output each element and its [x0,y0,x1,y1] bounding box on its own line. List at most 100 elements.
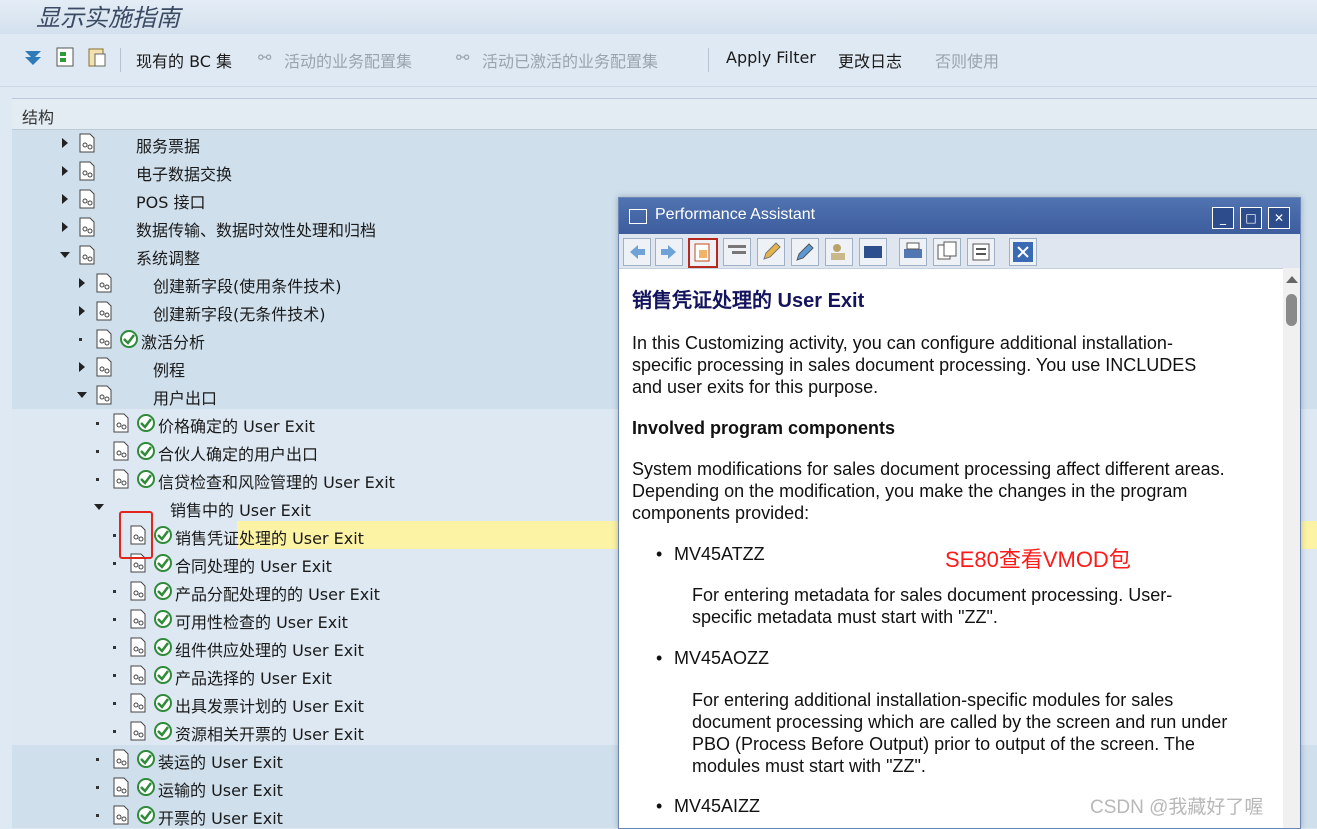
scroll-thumb[interactable] [1286,294,1297,326]
execute-icon[interactable] [153,525,173,545]
minimize-icon[interactable]: _ [1212,207,1234,229]
toolbar: 现有的 BC 集 ⚯ 活动的业务配置集 ⚯ 活动已激活的业务配置集 Apply … [0,34,1317,87]
expand-arrow-icon[interactable] [62,194,68,204]
tree-node-label: 可用性检查的 User Exit [175,613,348,632]
document-icon[interactable] [112,413,130,433]
expand-arrow-icon[interactable] [62,166,68,176]
document-icon[interactable] [78,189,96,209]
document-icon[interactable] [95,273,113,293]
clipboard-icon[interactable] [86,46,108,68]
show-document-icon[interactable] [688,238,718,268]
document-icon[interactable] [78,161,96,181]
execute-icon[interactable] [153,637,173,657]
expand-arrow-icon[interactable] [79,306,85,316]
document-icon[interactable] [129,609,147,629]
edit-icon[interactable] [757,238,785,266]
collapse-arrow-icon[interactable] [77,392,87,398]
expand-all-icon[interactable] [22,46,44,68]
leaf-dot-icon [79,338,82,341]
document-icon[interactable] [78,245,96,265]
select-icon[interactable] [54,46,76,68]
leaf-dot-icon [96,422,99,425]
tree-node[interactable]: 服务票据 [12,129,1317,157]
execute-icon[interactable] [136,805,156,825]
execute-icon[interactable] [153,581,173,601]
document-icon[interactable] [95,301,113,321]
copy-icon[interactable] [933,238,961,266]
tree-node-label: 资源相关开票的 User Exit [175,725,364,744]
text-line: For entering metadata for sales document… [692,585,1173,605]
bookmark-icon[interactable] [859,238,887,266]
expand-arrow-icon[interactable] [62,138,68,148]
active-bc-set-button[interactable]: 活动的业务配置集 [284,48,412,72]
close-assistant-icon[interactable] [1009,238,1037,266]
execute-icon[interactable] [153,693,173,713]
scrollbar[interactable] [1283,268,1300,828]
document-icon[interactable] [95,329,113,349]
execute-icon[interactable] [153,665,173,685]
tree-node-label: 电子数据交换 [136,165,233,184]
tree-node[interactable]: 电子数据交换 [12,157,1317,185]
tree-node-label: 激活分析 [141,333,206,352]
intro-paragraph: In this Customizing activity, you can co… [632,332,1272,398]
tree-node-label: 创建新字段(无条件技术) [153,305,326,324]
annotation-box [119,511,153,559]
document-icon[interactable] [112,749,130,769]
document-icon[interactable] [129,581,147,601]
tree-node-label: 组件供应处理的 User Exit [175,641,364,660]
tree-node-label: 用户出口 [153,389,218,408]
expand-arrow-icon[interactable] [62,222,68,232]
text-line: components provided: [632,503,810,523]
execute-icon[interactable] [153,609,173,629]
collapse-arrow-icon[interactable] [60,252,70,258]
user-icon[interactable] [825,238,853,266]
execute-icon[interactable] [136,469,156,489]
link-icon: ⚯ [456,48,470,67]
scroll-up-icon[interactable] [1286,276,1298,283]
document-icon[interactable] [129,693,147,713]
toolbar-separator [708,48,709,72]
document-icon[interactable] [129,665,147,685]
change-log-button[interactable]: 更改日志 [838,48,902,72]
component-desc: For entering metadata for sales document… [692,584,1272,628]
execute-icon[interactable] [119,329,139,349]
document-icon[interactable] [129,721,147,741]
bc-set-button[interactable]: 现有的 BC 集 [136,48,232,72]
back-icon[interactable] [623,238,651,266]
leaf-dot-icon [113,534,116,537]
document-icon[interactable] [95,385,113,405]
execute-icon[interactable] [136,749,156,769]
tree-node-label: 销售凭证处理的 User Exit [175,529,364,548]
document-icon[interactable] [112,805,130,825]
document-icon[interactable] [112,777,130,797]
print-icon[interactable] [899,238,927,266]
text-line: and user exits for this purpose. [632,377,879,397]
otherwise-use-button[interactable]: 否则使用 [935,48,999,72]
execute-icon[interactable] [136,413,156,433]
collapse-arrow-icon[interactable] [94,504,104,510]
apply-filter-button[interactable]: Apply Filter [726,48,816,67]
execute-icon[interactable] [153,553,173,573]
document-icon[interactable] [78,133,96,153]
assistant-title-bar[interactable]: Performance Assistant _ □ ✕ [619,198,1300,234]
document-icon[interactable] [95,357,113,377]
document-icon[interactable] [78,217,96,237]
close-icon[interactable]: ✕ [1268,207,1290,229]
execute-icon[interactable] [153,721,173,741]
document-icon[interactable] [112,441,130,461]
document-icon[interactable] [112,469,130,489]
maximize-icon[interactable]: □ [1240,207,1262,229]
text-line: specific metadata must start with "ZZ". [692,607,998,627]
tree-header-label: 结构 [22,108,55,127]
expand-arrow-icon[interactable] [79,278,85,288]
pencil-icon[interactable] [791,238,819,266]
execute-icon[interactable] [136,777,156,797]
forward-icon[interactable] [655,238,683,266]
leaf-dot-icon [96,450,99,453]
list-icon[interactable] [967,238,995,266]
document-icon[interactable] [129,637,147,657]
structure-icon[interactable] [723,238,751,266]
expand-arrow-icon[interactable] [79,362,85,372]
activated-bc-set-button[interactable]: 活动已激活的业务配置集 [482,48,658,72]
execute-icon[interactable] [136,441,156,461]
